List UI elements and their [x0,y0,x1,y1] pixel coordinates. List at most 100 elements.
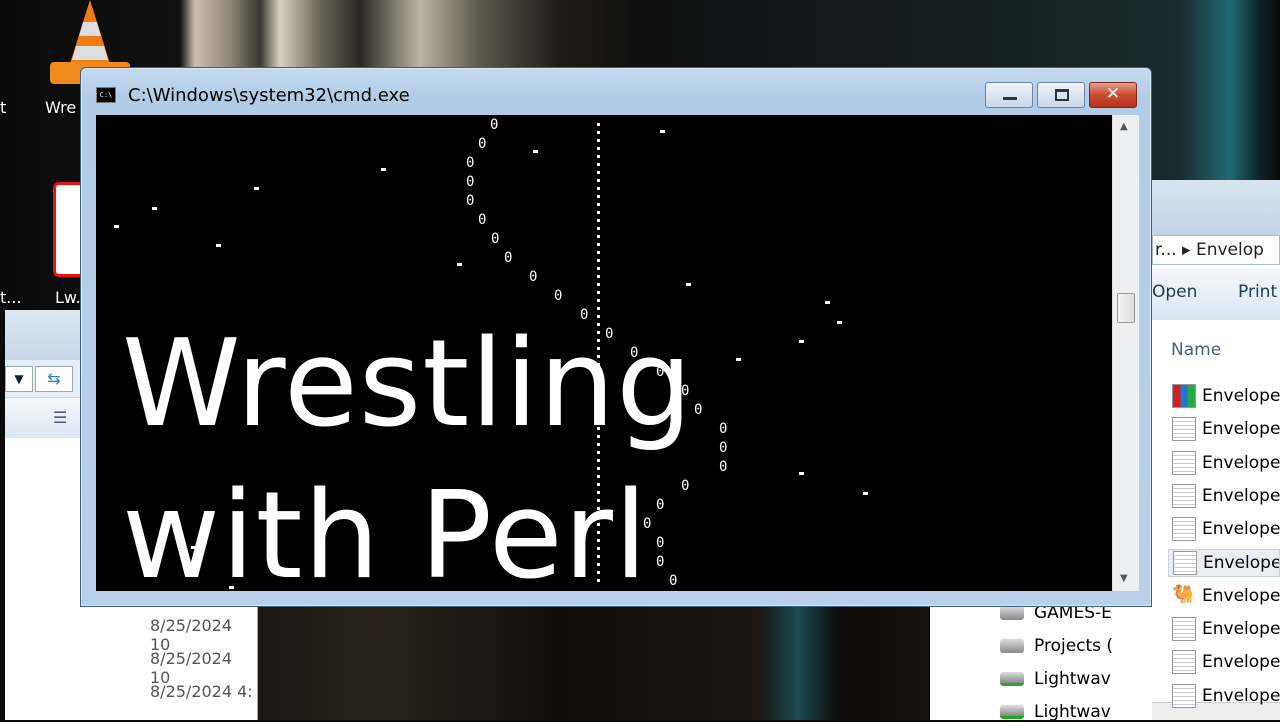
text-file-icon [1172,417,1196,442]
open-button[interactable]: Open [1152,282,1197,302]
console-star-dot [254,187,259,190]
console-divider-dot [597,227,600,230]
desktop-icon-label[interactable]: t [0,98,6,117]
console-divider-dot [597,291,600,294]
console-divider-dot [597,563,600,566]
console-divider-dot [597,483,600,486]
print-button[interactable]: Print [1238,282,1277,302]
console-output[interactable]: Wrestling with Perl 00000000000000000000… [96,115,1112,591]
file-list-item[interactable]: Envelope [1168,682,1280,710]
desktop-icon-label[interactable]: t... [0,288,22,307]
maximize-button[interactable] [1037,82,1085,108]
console-star-dot [152,207,157,210]
console-divider-dot [597,203,600,206]
file-list-item[interactable]: Envelope [1168,382,1280,410]
file-name: Envelope [1202,519,1280,540]
close-button[interactable]: ✕ [1089,82,1137,108]
text-file-icon [1172,450,1196,475]
console-star-dot [799,472,804,475]
refresh-icon[interactable]: ⇆ [35,366,73,392]
console-star-dot [799,340,804,343]
file-list-item[interactable]: 🐫 Envelope [1168,582,1280,610]
nav-pane-item[interactable]: Lightwav [1000,669,1113,689]
console-divider-dot [597,579,600,582]
file-list-item[interactable]: Envelope [1168,482,1280,510]
view-options-icon[interactable]: ☰ [53,408,67,427]
file-list-item[interactable]: Envelope [1168,415,1280,443]
minimize-icon [1003,97,1017,100]
console-divider-dot [597,171,600,174]
console-divider-dot [597,411,600,414]
text-file-icon [1172,683,1196,708]
console-divider-dot [597,299,600,302]
console-divider-dot [597,347,600,350]
vertical-scrollbar[interactable]: ▲ ▼ [1112,115,1139,591]
nav-pane-item[interactable]: Lightwav [1000,702,1113,722]
console-char: 0 [554,288,563,304]
console-divider-dot [597,275,600,278]
console-star-dot [825,301,830,304]
console-divider-dot [597,147,600,150]
file-list-item[interactable]: Envelope [1168,648,1280,676]
console-divider-dot [597,131,600,134]
nav-label: Lightwav [1034,669,1111,689]
close-icon: ✕ [1105,84,1121,104]
console-char: 0 [466,155,475,171]
file-list-item[interactable]: Envelope [1168,615,1280,643]
scroll-thumb[interactable] [1117,293,1135,323]
dropdown-arrow-icon[interactable]: ▼ [5,366,33,392]
console-char: 0 [478,212,487,228]
file-list-item[interactable]: Envelope [1168,449,1280,477]
console-divider-dot [597,491,600,494]
desktop-icon-label[interactable]: Wre [45,98,76,117]
console-star-dot [686,283,691,286]
network-drive-icon [1000,705,1024,719]
console-char: 0 [681,478,690,494]
console-char: 0 [504,250,513,266]
console-divider-dot [597,323,600,326]
console-divider-dot [597,499,600,502]
scroll-down-icon[interactable]: ▼ [1120,573,1128,584]
console-divider-dot [597,339,600,342]
scroll-up-icon[interactable]: ▲ [1120,121,1128,132]
console-divider-dot [597,555,600,558]
console-divider-dot [597,531,600,534]
console-divider-dot [597,315,600,318]
console-divider-dot [597,355,600,358]
text-file-icon [1172,517,1196,542]
console-divider-dot [597,387,600,390]
desktop-icon-label[interactable]: Lw. [55,288,81,307]
console-char: 0 [681,383,690,399]
console-divider-dot [597,363,600,366]
console-char: 0 [529,269,538,285]
console-divider-dot [597,435,600,438]
desktop-wallpaper-bottom [258,606,930,720]
console-star-dot [457,263,462,266]
console-divider-dot [597,523,600,526]
file-list-item[interactable]: Envelope [1168,548,1280,577]
date-modified: 8/25/2024 4: [150,682,253,701]
console-divider-dot [597,243,600,246]
console-divider-dot [597,507,600,510]
console-divider-dot [597,251,600,254]
console-divider-dot [597,419,600,422]
breadcrumb[interactable]: r... ▸ Envelop [1152,235,1280,265]
drive-icon [1000,639,1024,653]
console-divider-dot [597,235,600,238]
overlay-title-line1: Wrestling [122,315,694,454]
console-divider-dot [597,403,600,406]
nav-pane-item[interactable]: Projects ( [1000,636,1113,656]
nav-label: Projects ( [1034,636,1113,656]
console-char: 0 [656,535,665,551]
console-divider-dot [597,219,600,222]
console-char: 0 [580,307,589,323]
console-star-dot [114,225,119,228]
cmd-icon: C:\ [96,87,116,103]
settings-file-icon [1173,550,1197,575]
file-list-item[interactable]: Envelope [1168,515,1280,543]
minimize-button[interactable] [985,82,1033,108]
file-name: Envelope [1202,386,1280,406]
winrar-icon [1172,384,1196,408]
file-name: Envelope [1202,485,1280,506]
column-header-name[interactable]: Name [1171,340,1221,360]
